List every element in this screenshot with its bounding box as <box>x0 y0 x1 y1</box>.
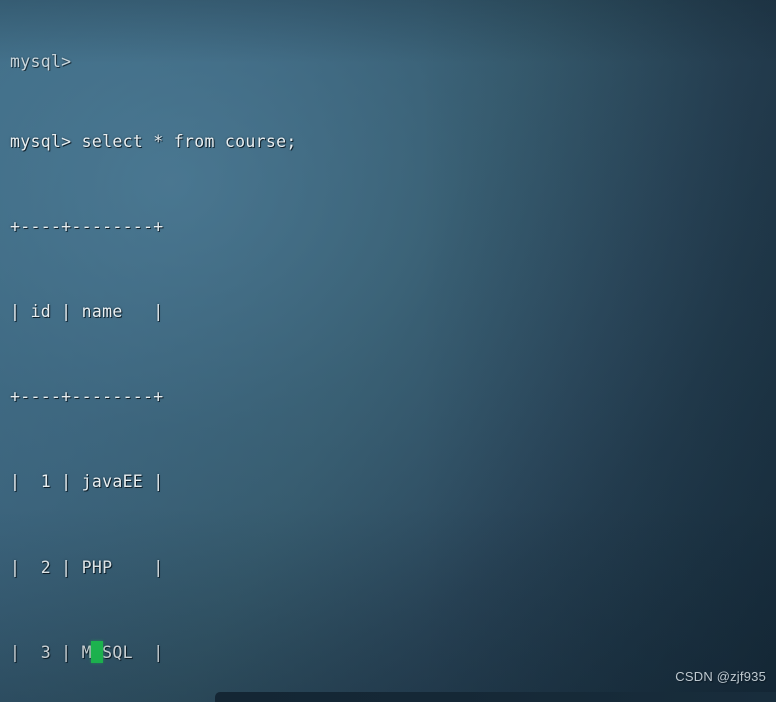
terminal-line-command: mysql> select * from course; <box>10 131 297 151</box>
terminal-line-table-row: | 2 | PHP | <box>10 557 164 577</box>
terminal-line-table-row: | 1 | javaEE | <box>10 472 164 492</box>
terminal-output[interactable]: mysql> mysql> select * from course; +---… <box>10 0 776 702</box>
watermark-label: CSDN @zjf935 <box>675 668 766 684</box>
terminal-line: mysql> <box>10 51 72 71</box>
terminal-line-table-border: +----+--------+ <box>10 216 164 236</box>
bottom-bar <box>215 692 776 702</box>
terminal-line-table-border: +----+--------+ <box>10 387 164 407</box>
terminal-line-table-header: | id | name | <box>10 302 164 322</box>
terminal-line-table-row: | 3 | MySQL | <box>10 642 164 662</box>
text-cursor <box>91 641 103 663</box>
terminal-window[interactable]: mysql> mysql> select * from course; +---… <box>0 0 776 702</box>
